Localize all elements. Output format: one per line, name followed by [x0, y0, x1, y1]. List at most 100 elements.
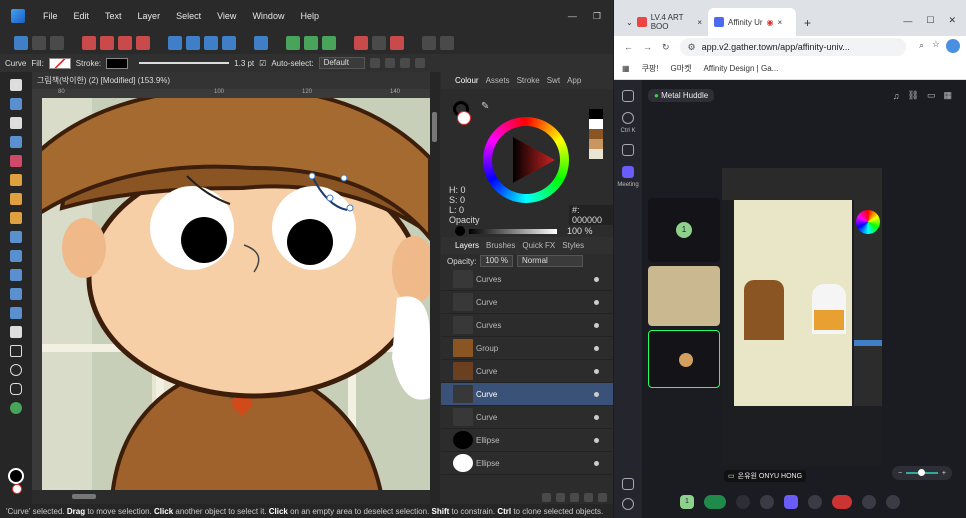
- layer-row[interactable]: Ellipse: [441, 452, 613, 475]
- music-icon[interactable]: ♫: [893, 91, 900, 101]
- fx-icon[interactable]: [570, 493, 579, 502]
- minimize-icon[interactable]: —: [568, 11, 577, 22]
- boolean-subtract-icon[interactable]: [100, 36, 114, 50]
- transform-origin-icon[interactable]: [369, 58, 380, 68]
- tab-stroke[interactable]: Stroke: [517, 76, 540, 85]
- delete-layer-icon[interactable]: [598, 493, 607, 502]
- stroke-width-value[interactable]: 1.3 pt: [234, 59, 254, 68]
- boolean-add-icon[interactable]: [82, 36, 96, 50]
- mask-icon[interactable]: [542, 493, 551, 502]
- arrange-back-icon[interactable]: [204, 36, 218, 50]
- self-video-tile[interactable]: [648, 330, 720, 388]
- tab-colour[interactable]: Colour: [455, 76, 479, 85]
- menu-edit[interactable]: Edit: [66, 11, 98, 21]
- stroke-color-icon[interactable]: [8, 468, 24, 484]
- eyedropper-icon[interactable]: ✎: [481, 101, 493, 113]
- magnet-icon[interactable]: [390, 36, 404, 50]
- visibility-icon[interactable]: [594, 276, 599, 282]
- browser-tab[interactable]: ⌄ LV.4 ART BOO ×: [620, 8, 708, 36]
- menu-text[interactable]: Text: [97, 11, 130, 21]
- fill-tool-icon[interactable]: [10, 231, 22, 243]
- visibility-icon[interactable]: [594, 322, 599, 328]
- bookmark-item[interactable]: G마켓: [671, 63, 692, 74]
- layer-row-selected[interactable]: Curve: [441, 383, 613, 406]
- node-tool-icon[interactable]: [10, 117, 22, 129]
- restore-icon[interactable]: ❐: [593, 11, 601, 22]
- hue-wheel[interactable]: [483, 117, 569, 203]
- distribute-icon[interactable]: [399, 58, 410, 68]
- more-icon[interactable]: [440, 36, 454, 50]
- search-icon[interactable]: [622, 112, 634, 124]
- rectangle-tool-icon[interactable]: [10, 345, 22, 357]
- bookmark-item[interactable]: Affinity Design | Ga...: [703, 64, 778, 73]
- profile-avatar[interactable]: [946, 39, 960, 53]
- microphone-icon[interactable]: [704, 495, 726, 509]
- layer-row[interactable]: Curve: [441, 406, 613, 429]
- layout-icon[interactable]: ▭: [927, 90, 936, 101]
- scroll-thumb[interactable]: [72, 494, 96, 499]
- stroke-swatch[interactable]: [106, 57, 129, 69]
- participants-icon[interactable]: [862, 495, 876, 509]
- rounded-rectangle-icon[interactable]: [10, 383, 22, 395]
- persona-icon[interactable]: [14, 36, 28, 50]
- new-tab-icon[interactable]: +: [796, 16, 819, 36]
- visibility-icon[interactable]: [594, 460, 599, 466]
- crop-tool-icon[interactable]: [10, 326, 22, 338]
- reload-icon[interactable]: ↻: [662, 42, 670, 53]
- flip-horizontal-icon[interactable]: [168, 36, 182, 50]
- layer-row[interactable]: Curves: [441, 268, 613, 291]
- chevron-down-icon[interactable]: ⌄: [626, 18, 633, 27]
- browser-tab-active[interactable]: Affinity Ur ◉ ×: [708, 8, 796, 36]
- arrange-front-icon[interactable]: [222, 36, 236, 50]
- document-tab[interactable]: 그림책(박이한) (2) [Modified] (153.9%): [32, 72, 430, 89]
- bookmark-item[interactable]: 쿠팡!: [642, 63, 659, 74]
- ellipse-tool-icon[interactable]: [10, 364, 22, 376]
- menu-file[interactable]: File: [35, 11, 66, 21]
- map-icon[interactable]: [622, 144, 634, 156]
- close-window-icon[interactable]: ✕: [948, 15, 956, 26]
- geometry-add-icon[interactable]: [286, 36, 300, 50]
- autoselect-checkbox[interactable]: ☑: [259, 59, 266, 68]
- maximize-icon[interactable]: ☐: [926, 15, 934, 26]
- autoselect-dropdown[interactable]: Default: [318, 57, 365, 69]
- tab-assets[interactable]: Assets: [486, 76, 510, 85]
- erase-brush-icon[interactable]: [10, 288, 22, 300]
- layer-opacity-dropdown[interactable]: 100 %: [480, 255, 514, 267]
- paint-brush-icon[interactable]: [10, 269, 22, 281]
- layer-row[interactable]: Ellipse: [441, 429, 613, 452]
- visibility-icon[interactable]: [594, 414, 599, 420]
- affinity-logo-icon[interactable]: [11, 9, 25, 23]
- url-field[interactable]: ⚙ app.v2.gather.town/app/affinity-univ...: [679, 38, 906, 56]
- fill-well-icon[interactable]: [457, 111, 471, 125]
- volume-slider[interactable]: − +: [892, 466, 952, 480]
- snapping-icon[interactable]: [354, 36, 368, 50]
- tab-quick-fx[interactable]: Quick FX: [522, 241, 555, 250]
- point-transform-icon[interactable]: [10, 155, 22, 167]
- tab-brushes[interactable]: Brushes: [486, 241, 515, 250]
- leave-icon[interactable]: [832, 495, 852, 509]
- grid-icon[interactable]: [32, 36, 46, 50]
- menu-select[interactable]: Select: [168, 11, 209, 21]
- scroll-thumb[interactable]: [432, 112, 437, 142]
- record-icon[interactable]: [808, 495, 822, 509]
- screen-share-icon[interactable]: [784, 495, 798, 509]
- vector-brush-icon[interactable]: [10, 212, 22, 224]
- menu-layer[interactable]: Layer: [130, 11, 169, 21]
- pen-tool-icon[interactable]: [10, 174, 22, 186]
- site-info-icon[interactable]: ⚙: [688, 42, 696, 53]
- visibility-icon[interactable]: [594, 299, 599, 305]
- grid-view-icon[interactable]: ▦: [943, 90, 952, 101]
- visibility-icon[interactable]: [594, 437, 599, 443]
- self-count[interactable]: 1: [680, 495, 694, 509]
- recent-swatches[interactable]: [589, 109, 603, 159]
- flip-vertical-icon[interactable]: [186, 36, 200, 50]
- snap-options-icon[interactable]: [372, 36, 386, 50]
- transparency-tool-icon[interactable]: [10, 250, 22, 262]
- apps-grid-icon[interactable]: ▦: [622, 64, 630, 73]
- horizontal-scrollbar[interactable]: [42, 490, 430, 504]
- visibility-icon[interactable]: [594, 345, 599, 351]
- visibility-icon[interactable]: [594, 391, 599, 397]
- participant-tile[interactable]: 1: [648, 198, 720, 262]
- geometry-intersect-icon[interactable]: [322, 36, 336, 50]
- room-name[interactable]: ● Metal Huddle: [648, 89, 715, 102]
